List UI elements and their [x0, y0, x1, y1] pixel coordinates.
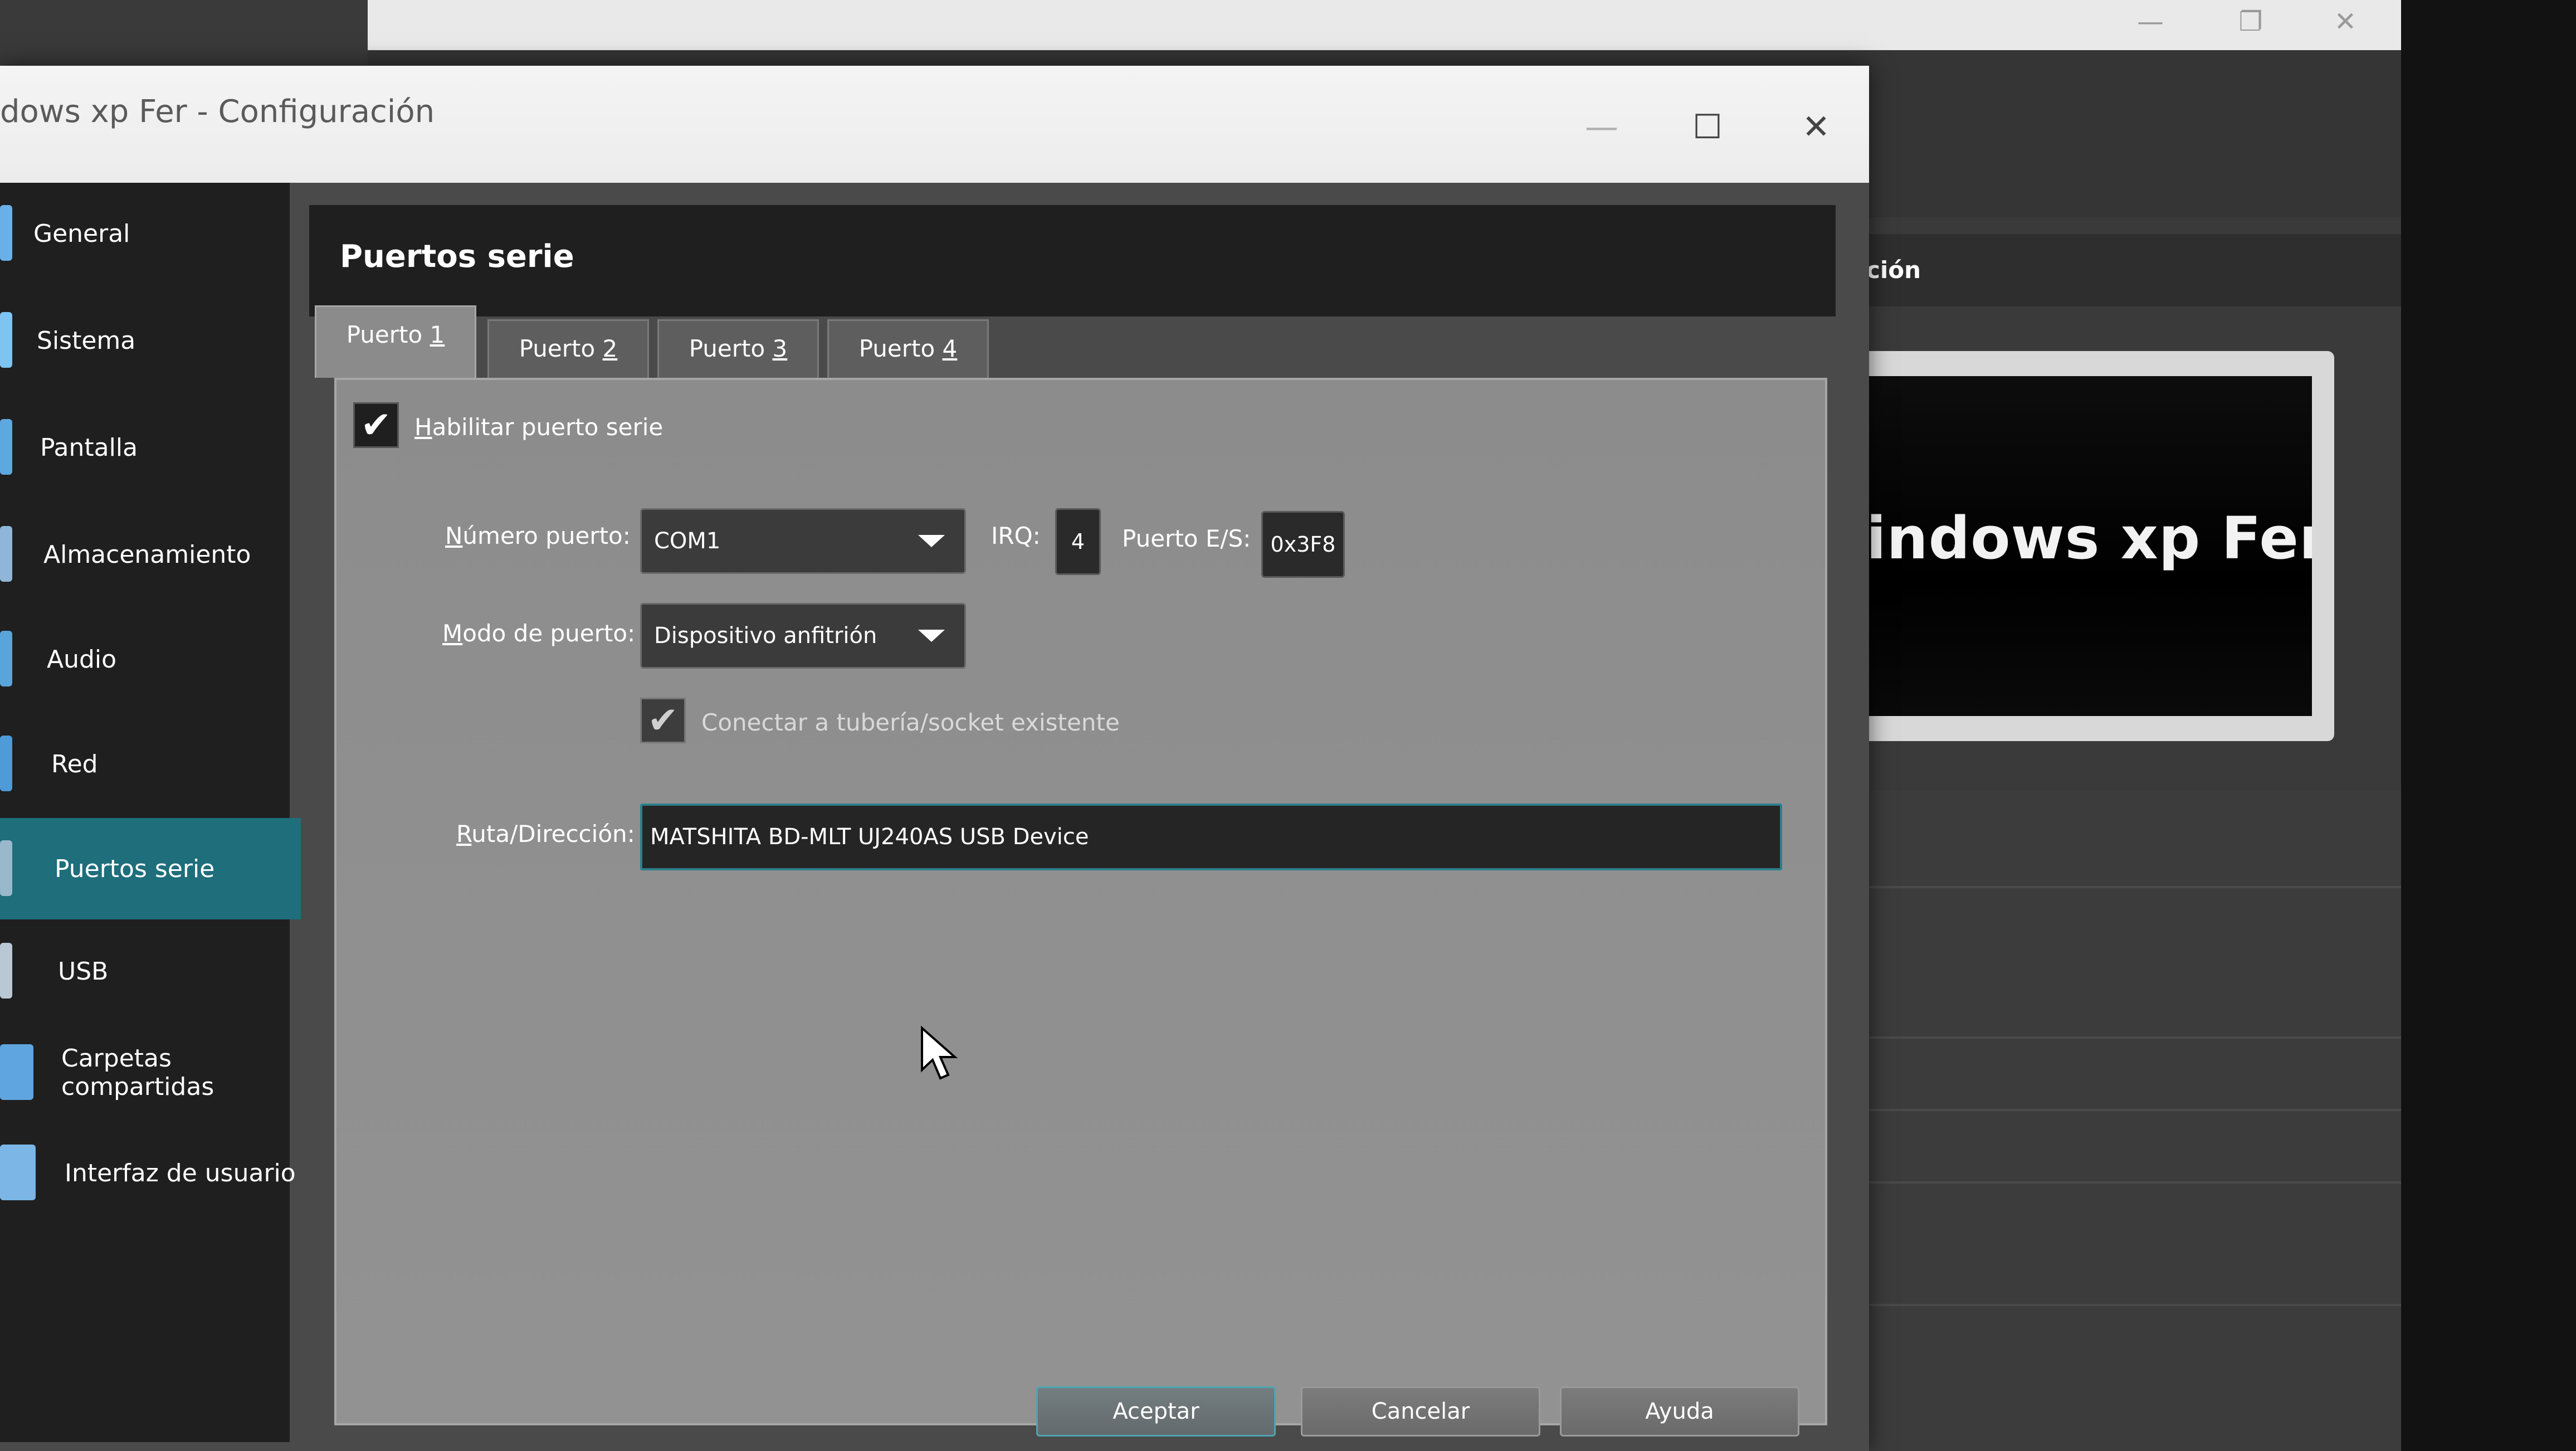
sidebar-item-label: General	[33, 219, 130, 248]
tab-shortcut: 4	[942, 335, 958, 362]
network-icon	[0, 736, 12, 791]
dialog-title: dows xp Fer - Configuración	[0, 94, 435, 130]
path-label: Ruta/Dirección:	[456, 820, 635, 848]
dialog-titlebar[interactable]: dows xp Fer - Configuración — ☐ ✕	[0, 66, 1869, 183]
tab-puerto-2[interactable]: Puerto 2	[487, 319, 649, 378]
irq-label: IRQ:	[991, 522, 1041, 549]
storage-icon	[0, 526, 12, 582]
sidebar-item-sistema[interactable]: Sistema	[0, 290, 301, 391]
vm-preview-screen: indows xp Fer	[1866, 376, 2312, 716]
divider	[1833, 1304, 2401, 1306]
sidebar-item-audio[interactable]: Audio	[0, 608, 301, 710]
io-port-label: Puerto E/S:	[1122, 525, 1251, 552]
tab-puerto-4[interactable]: Puerto 4	[827, 319, 989, 378]
help-button[interactable]: Ayuda	[1560, 1386, 1799, 1437]
sidebar-item-label: USB	[58, 957, 109, 986]
port-number-label: Número puerto:	[445, 522, 631, 549]
settings-sidebar: General Sistema Pantalla Almacenamiento …	[0, 183, 301, 1442]
tab-label: Puerto	[519, 335, 603, 362]
vm-preview: indows xp Fer	[1855, 351, 2334, 741]
tab-shortcut: 2	[602, 335, 618, 362]
serial-port-panel: ✔ Habilitar puerto serie Número puerto: …	[334, 378, 1827, 1425]
sidebar-item-carpetas-compartidas[interactable]: Carpetas compartidas	[0, 1022, 301, 1123]
connect-existing-label[interactable]: Conectar a tubería/socket existente	[701, 709, 1120, 736]
monitor-bezel	[2401, 0, 2576, 1451]
page-title: Puertos serie	[340, 238, 574, 275]
tab-shortcut: 1	[430, 321, 445, 348]
sidebar-item-label: Almacenamiento	[43, 540, 251, 569]
ok-button[interactable]: Aceptar	[1036, 1386, 1276, 1437]
path-address-input[interactable]	[640, 804, 1782, 870]
audio-icon	[0, 631, 12, 686]
cancel-button[interactable]: Cancelar	[1301, 1386, 1540, 1437]
tab-shortcut: 3	[772, 335, 788, 362]
connect-existing-checkbox[interactable]: ✔	[640, 698, 686, 743]
maximize-icon[interactable]: ☐	[1674, 94, 1741, 160]
shared-folder-icon	[0, 1044, 33, 1100]
close-icon[interactable]: ✕	[2312, 2, 2379, 41]
minimize-icon[interactable]: —	[1568, 94, 1635, 160]
serial-port-icon	[0, 840, 12, 896]
tab-puerto-1[interactable]: Puerto 1	[315, 305, 476, 378]
sidebar-item-interfaz-de-usuario[interactable]: Interfaz de usuario	[0, 1122, 301, 1224]
sidebar-item-label: Red	[51, 749, 98, 778]
page-header: Puertos serie	[309, 205, 1836, 317]
mouse-cursor-icon	[921, 1025, 958, 1080]
sidebar-item-puertos-serie[interactable]: Puertos serie	[0, 818, 301, 919]
tab-label: Puerto	[858, 335, 943, 362]
divider	[1833, 1181, 2401, 1184]
sidebar-item-pantalla[interactable]: Pantalla	[0, 397, 301, 498]
sidebar-item-label: Pantalla	[40, 433, 138, 462]
sidebar-item-label: Carpetas compartidas	[61, 1044, 214, 1101]
irq-field[interactable]: 4	[1055, 508, 1101, 575]
sidebar-item-label: Interfaz de usuario	[65, 1158, 296, 1187]
sidebar-item-general[interactable]: General	[0, 183, 301, 284]
port-mode-value: Dispositivo anfitrión	[654, 623, 877, 649]
tab-label: Puerto	[689, 335, 773, 362]
port-number-value: COM1	[654, 528, 721, 554]
chevron-down-icon	[918, 535, 945, 547]
port-number-select[interactable]: COM1	[640, 508, 966, 574]
tab-puerto-3[interactable]: Puerto 3	[657, 319, 819, 378]
usb-icon	[0, 943, 12, 999]
vm-preview-name: indows xp Fer	[1866, 504, 2312, 572]
display-icon	[0, 419, 12, 475]
vm-details-area	[1833, 791, 2401, 1451]
minimize-icon[interactable]: —	[2117, 2, 2184, 41]
divider	[1833, 886, 2401, 888]
vm-manager-titlebar: — ❐ ✕	[368, 0, 2401, 50]
sidebar-item-label: Audio	[47, 645, 117, 674]
port-mode-select[interactable]: Dispositivo anfitrión	[640, 603, 966, 669]
divider	[1833, 1036, 2401, 1039]
sidebar-item-almacenamiento[interactable]: Almacenamiento	[0, 504, 301, 605]
port-mode-label: Modo de puerto:	[442, 620, 636, 647]
sidebar-item-label: Sistema	[37, 326, 136, 355]
io-port-field[interactable]: 0x3F8	[1261, 511, 1345, 578]
settings-dialog: dows xp Fer - Configuración — ☐ ✕ Genera…	[0, 66, 1869, 1451]
general-icon	[0, 205, 12, 261]
enable-serial-checkbox[interactable]: ✔	[353, 402, 399, 448]
sidebar-item-red[interactable]: Red	[0, 713, 301, 815]
sidebar-item-usb[interactable]: USB	[0, 921, 301, 1022]
sidebar-item-label: Puertos serie	[55, 854, 215, 883]
system-icon	[0, 312, 12, 368]
chevron-down-icon	[918, 630, 945, 642]
port-tabs: Puerto 1 Puerto 2 Puerto 3 Puerto 4	[315, 305, 1039, 378]
close-icon[interactable]: ✕	[1783, 94, 1850, 160]
enable-serial-label[interactable]: Habilitar puerto serie	[414, 413, 663, 441]
tab-label: Puerto	[346, 321, 430, 348]
divider	[1833, 1109, 2401, 1111]
user-interface-icon	[0, 1145, 36, 1200]
vm-detail-header: ción	[1855, 234, 2401, 306]
restore-icon[interactable]: ❐	[2217, 2, 2284, 41]
